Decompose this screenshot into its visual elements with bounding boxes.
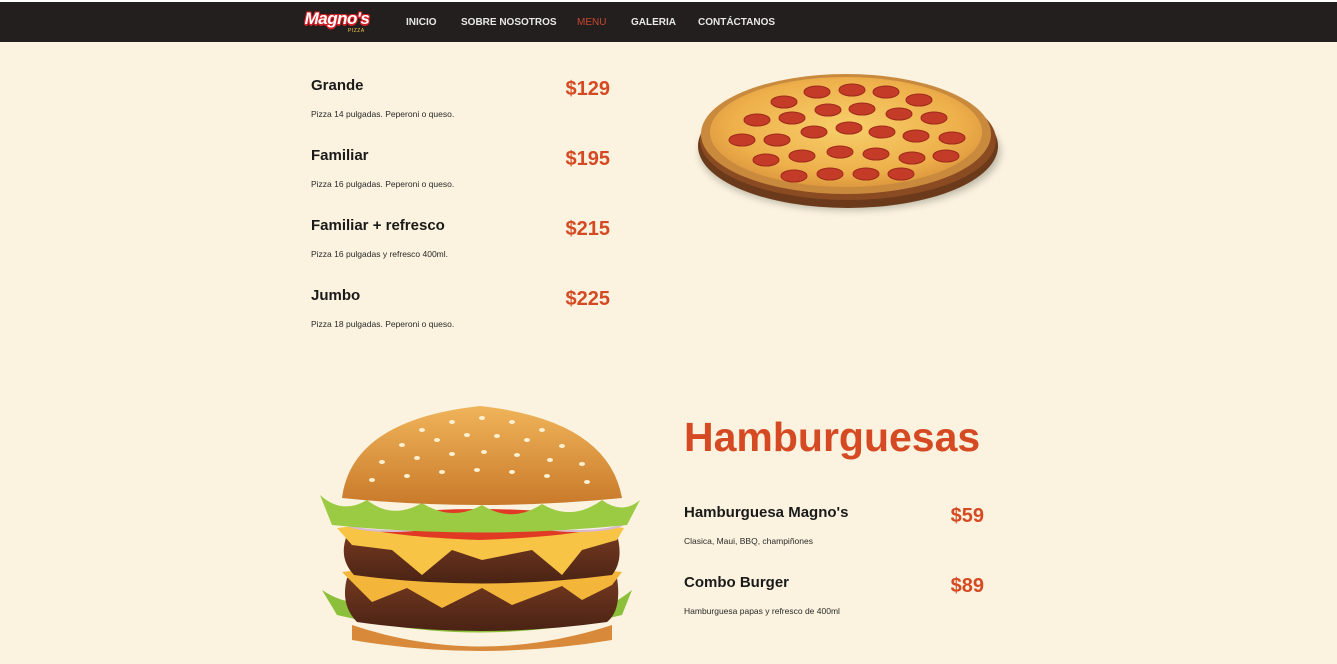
item-name: Hamburguesa Magno's	[684, 504, 849, 521]
item-description: Pizza 16 pulgadas y refresco 400ml.	[311, 249, 449, 259]
top-navbar: Magno's PIZZA INICIO SOBRE NOSOTROS MENU…	[0, 0, 1337, 42]
nav-inicio[interactable]: INICIO	[406, 17, 437, 28]
item-description: Pizza 16 pulgadas. Peperoni o queso.	[311, 179, 455, 189]
logo-text: Magno's	[304, 9, 370, 28]
item-price: $89	[950, 575, 984, 597]
nav-contactanos[interactable]: CONTÁCTANOS	[698, 17, 775, 28]
magnos-logo[interactable]: Magno's PIZZA	[300, 9, 374, 35]
item-description: Pizza 18 pulgadas. Peperoni o queso.	[311, 319, 455, 329]
item-name: Familiar + refresco	[311, 217, 445, 234]
nav-sobre-nosotros[interactable]: SOBRE NOSOTROS	[461, 17, 557, 28]
item-description: Clasica, Maui, BBQ, champiñones	[684, 536, 813, 546]
item-price: $225	[565, 288, 611, 310]
item-price: $215	[565, 218, 611, 240]
item-name: Grande	[311, 77, 364, 94]
burger-image	[312, 400, 648, 664]
item-price: $129	[565, 78, 611, 100]
section-title-hamburguesas: Hamburguesas	[684, 414, 981, 460]
item-description: Hamburguesa papas y refresco de 400ml	[684, 606, 840, 616]
item-price: $59	[950, 505, 984, 527]
item-name: Familiar	[311, 147, 369, 164]
pizza-image	[694, 62, 1010, 223]
nav-galeria[interactable]: GALERIA	[631, 17, 676, 28]
item-description: Pizza 14 pulgadas. Peperoni o queso.	[311, 109, 455, 119]
nav-menu[interactable]: MENU	[577, 17, 606, 28]
item-price: $195	[565, 148, 611, 170]
logo-subtitle: PIZZA	[348, 28, 365, 34]
item-name: Combo Burger	[684, 574, 789, 591]
item-name: Jumbo	[311, 287, 361, 304]
